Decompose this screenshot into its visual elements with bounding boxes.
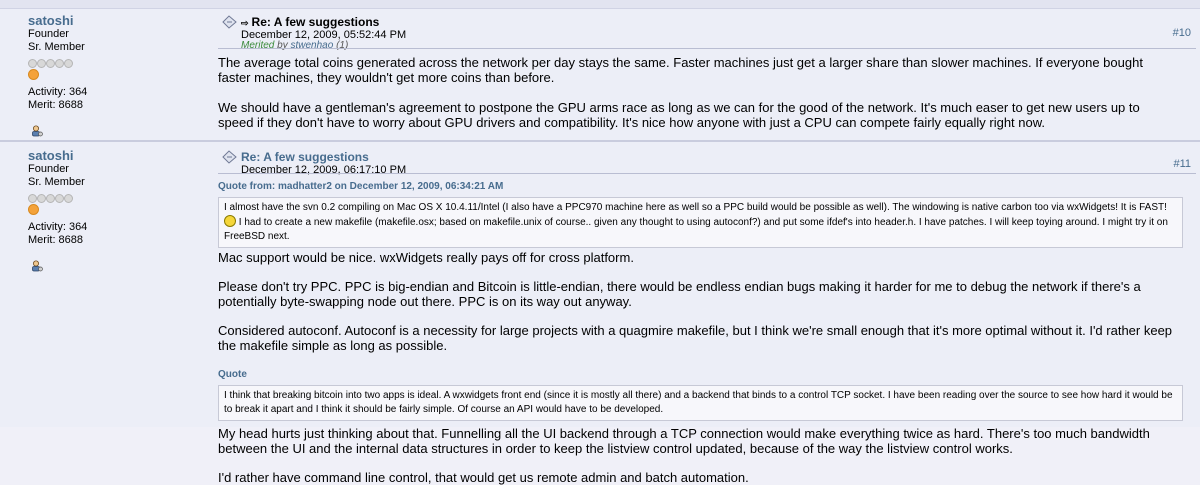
quote-block: I think that breaking bitcoin into two a… (218, 385, 1183, 421)
poster-rank: Founder (28, 28, 69, 40)
post-subject-text[interactable]: Re: A few suggestions (241, 150, 369, 164)
smiley-icon (224, 215, 236, 227)
poster-stats: Activity: 364 Merit: 8688 (28, 86, 87, 112)
merited-by: by (277, 40, 288, 51)
founder-badge-icon (28, 69, 39, 80)
previous-post-footer-text: · · · · · · · · · · · · · · · · · · · · … (240, 0, 488, 5)
star-icon (64, 59, 73, 68)
header-divider (218, 173, 1196, 174)
star-icon (55, 194, 64, 203)
post-number-link[interactable]: #10 (1173, 27, 1191, 39)
post-body: Quote from: madhatter2 on December 12, 2… (218, 179, 1183, 485)
post-paragraph: The average total coins generated across… (218, 55, 1143, 85)
poster-activity: Activity: 364 (28, 86, 88, 98)
reply-arrow-icon: ⇨ (241, 18, 249, 28)
post-subject[interactable]: Re: A few suggestions (241, 150, 369, 164)
poster-info: satoshi Founder Sr. Member (28, 148, 208, 218)
post-subject[interactable]: ⇨ Re: A few suggestions (241, 15, 379, 29)
rank-stars (28, 56, 208, 68)
star-icon (46, 194, 55, 203)
post-paragraph: Considered autoconf. Autoconf is a neces… (218, 323, 1173, 353)
merited-count: (1) (336, 40, 349, 51)
previous-post-edge: · · · · · · · · · · · · · · · · · · · · … (0, 0, 1200, 8)
founder-badge-icon (28, 204, 39, 215)
post-paragraph: My head hurts just thinking about that. … (218, 426, 1150, 456)
profile-icon[interactable] (31, 125, 43, 137)
poster-activity: Activity: 364 (28, 221, 88, 233)
post-paragraph: Please don't try PPC. PPC is big-endian … (218, 279, 1141, 309)
poster-info: satoshi Founder Sr. Member (28, 13, 208, 83)
merited-user-link[interactable]: stwenhao (290, 40, 333, 51)
post-paragraph: We should have a gentleman's agreement t… (218, 100, 1140, 130)
post-paragraph: I'd rather have command line control, th… (218, 470, 749, 485)
quote-block: I almost have the svn 0.2 compiling on M… (218, 197, 1183, 248)
rank-stars (28, 191, 208, 203)
poster-username[interactable]: satoshi (28, 13, 208, 28)
post-subject-text[interactable]: Re: A few suggestions (252, 15, 380, 29)
quote-text: I almost have the svn 0.2 compiling on M… (224, 202, 1167, 213)
post-header: ⇨ Re: A few suggestions December 12, 2009… (222, 13, 1197, 51)
header-divider (218, 48, 1196, 49)
post-body: The average total coins generated across… (218, 55, 1178, 130)
merited-label: Merited (241, 40, 275, 51)
quote-header[interactable]: Quote (218, 367, 1178, 382)
star-icon (46, 59, 55, 68)
poster-merit: Merit: 8688 (28, 99, 84, 111)
star-icon (64, 194, 73, 203)
quote-text: I had to create a new makefile (makefile… (224, 217, 1168, 242)
post-paragraph: Mac support would be nice. wxWidgets rea… (218, 250, 634, 265)
post-date: December 12, 2009, 06:17:10 PM (241, 164, 407, 176)
forum-post: satoshi Founder Sr. Member Activity: 364… (0, 140, 1200, 485)
poster-rank: Founder (28, 163, 69, 175)
message-icon (222, 150, 237, 164)
quote-header[interactable]: Quote from: madhatter2 on December 12, 2… (218, 179, 1178, 194)
poster-username[interactable]: satoshi (28, 148, 208, 163)
message-icon (222, 15, 237, 29)
poster-title: Sr. Member (28, 176, 85, 188)
forum-post: satoshi Founder Sr. Member Activity: 364… (0, 8, 1200, 141)
quote-text: I think that breaking bitcoin into two a… (224, 390, 1173, 415)
post-header: Re: A few suggestions December 12, 2009,… (222, 148, 1197, 182)
poster-stats: Activity: 364 Merit: 8688 (28, 221, 87, 247)
poster-title: Sr. Member (28, 41, 85, 53)
profile-icon[interactable] (31, 260, 43, 272)
merited-line: Merited by stwenhao (1) (241, 40, 348, 51)
poster-merit: Merit: 8688 (28, 234, 84, 246)
post-number-link[interactable]: #11 (1173, 158, 1191, 170)
star-icon (55, 59, 64, 68)
